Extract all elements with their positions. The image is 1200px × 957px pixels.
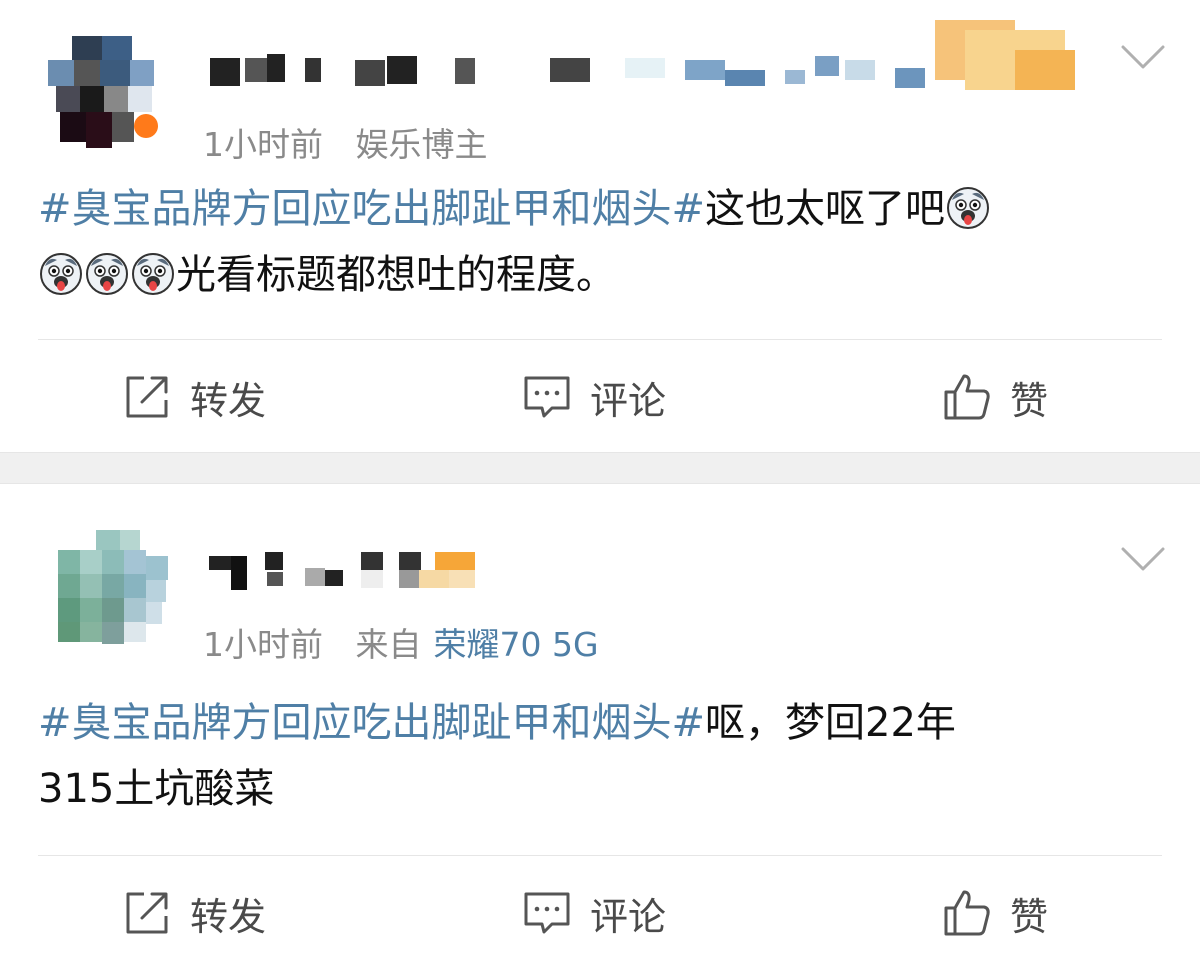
avatar[interactable] <box>42 30 160 148</box>
comment-label: 评论 <box>590 378 667 423</box>
post-card-1: 1小时前 娱乐博主 #臭宝品牌方回应吃出脚趾甲和烟头#这也太呕了吧 光看标题都想… <box>0 0 1200 452</box>
divider <box>38 339 1162 340</box>
doge-tongue-emoji <box>86 253 128 295</box>
post-source-device[interactable]: 荣耀70 5G <box>434 625 599 664</box>
username-redacted[interactable] <box>205 20 1105 90</box>
like-button[interactable]: 赞 <box>942 357 1048 437</box>
source-prefix: 来自 <box>355 625 422 664</box>
feed-separator <box>0 452 1200 484</box>
share-edit-icon <box>126 376 168 418</box>
repost-button[interactable]: 转发 <box>122 357 266 437</box>
comment-button[interactable]: 评论 <box>522 873 666 953</box>
post-meta: 1小时前 娱乐博主 <box>203 118 510 166</box>
post-text: 呕，梦回22年 <box>705 700 956 746</box>
post-time: 1小时前 <box>203 625 323 664</box>
like-label: 赞 <box>1010 894 1049 939</box>
comment-bubble-icon <box>524 892 570 934</box>
repost-button[interactable]: 转发 <box>122 873 266 953</box>
doge-tongue-emoji <box>947 187 990 229</box>
post-source: 娱乐博主 <box>355 125 488 164</box>
doge-tongue-emoji <box>132 253 174 295</box>
post-card-2: 1小时前 来自 荣耀70 5G #臭宝品牌方回应吃出脚趾甲和烟头#呕，梦回22年 … <box>0 484 1200 957</box>
repost-label: 转发 <box>190 894 267 939</box>
post-content: #臭宝品牌方回应吃出脚趾甲和烟头#呕，梦回22年 315土坑酸菜 <box>38 690 1168 822</box>
comment-label: 评论 <box>590 894 667 939</box>
chevron-down-icon[interactable] <box>1120 42 1166 72</box>
topic-link[interactable]: #臭宝品牌方回应吃出脚趾甲和烟头# <box>38 700 705 746</box>
post-text-2: 光看标题都想吐的程度。 <box>176 252 616 298</box>
doge-tongue-emoji <box>40 253 82 295</box>
action-bar: 转发 评论 赞 <box>0 873 1200 953</box>
comment-bubble-icon <box>524 376 570 418</box>
topic-link[interactable]: #臭宝品牌方回应吃出脚趾甲和烟头# <box>38 186 705 232</box>
thumbs-up-icon <box>944 374 990 420</box>
action-bar: 转发 评论 赞 <box>0 357 1200 437</box>
like-button[interactable]: 赞 <box>942 873 1048 953</box>
post-meta: 1小时前 来自 荣耀70 5G <box>203 618 621 666</box>
thumbs-up-icon <box>944 890 990 936</box>
post-text: 这也太呕了吧 <box>705 186 946 232</box>
divider <box>38 855 1162 856</box>
username-redacted[interactable] <box>205 548 505 590</box>
avatar[interactable] <box>52 530 170 648</box>
chevron-down-icon[interactable] <box>1120 544 1166 574</box>
comment-button[interactable]: 评论 <box>522 357 666 437</box>
share-edit-icon <box>126 892 168 934</box>
post-text-2: 315土坑酸菜 <box>38 766 275 812</box>
post-time: 1小时前 <box>203 125 323 164</box>
repost-label: 转发 <box>190 378 267 423</box>
post-content: #臭宝品牌方回应吃出脚趾甲和烟头#这也太呕了吧 光看标题都想吐的程度。 <box>38 176 1168 308</box>
like-label: 赞 <box>1010 378 1049 423</box>
